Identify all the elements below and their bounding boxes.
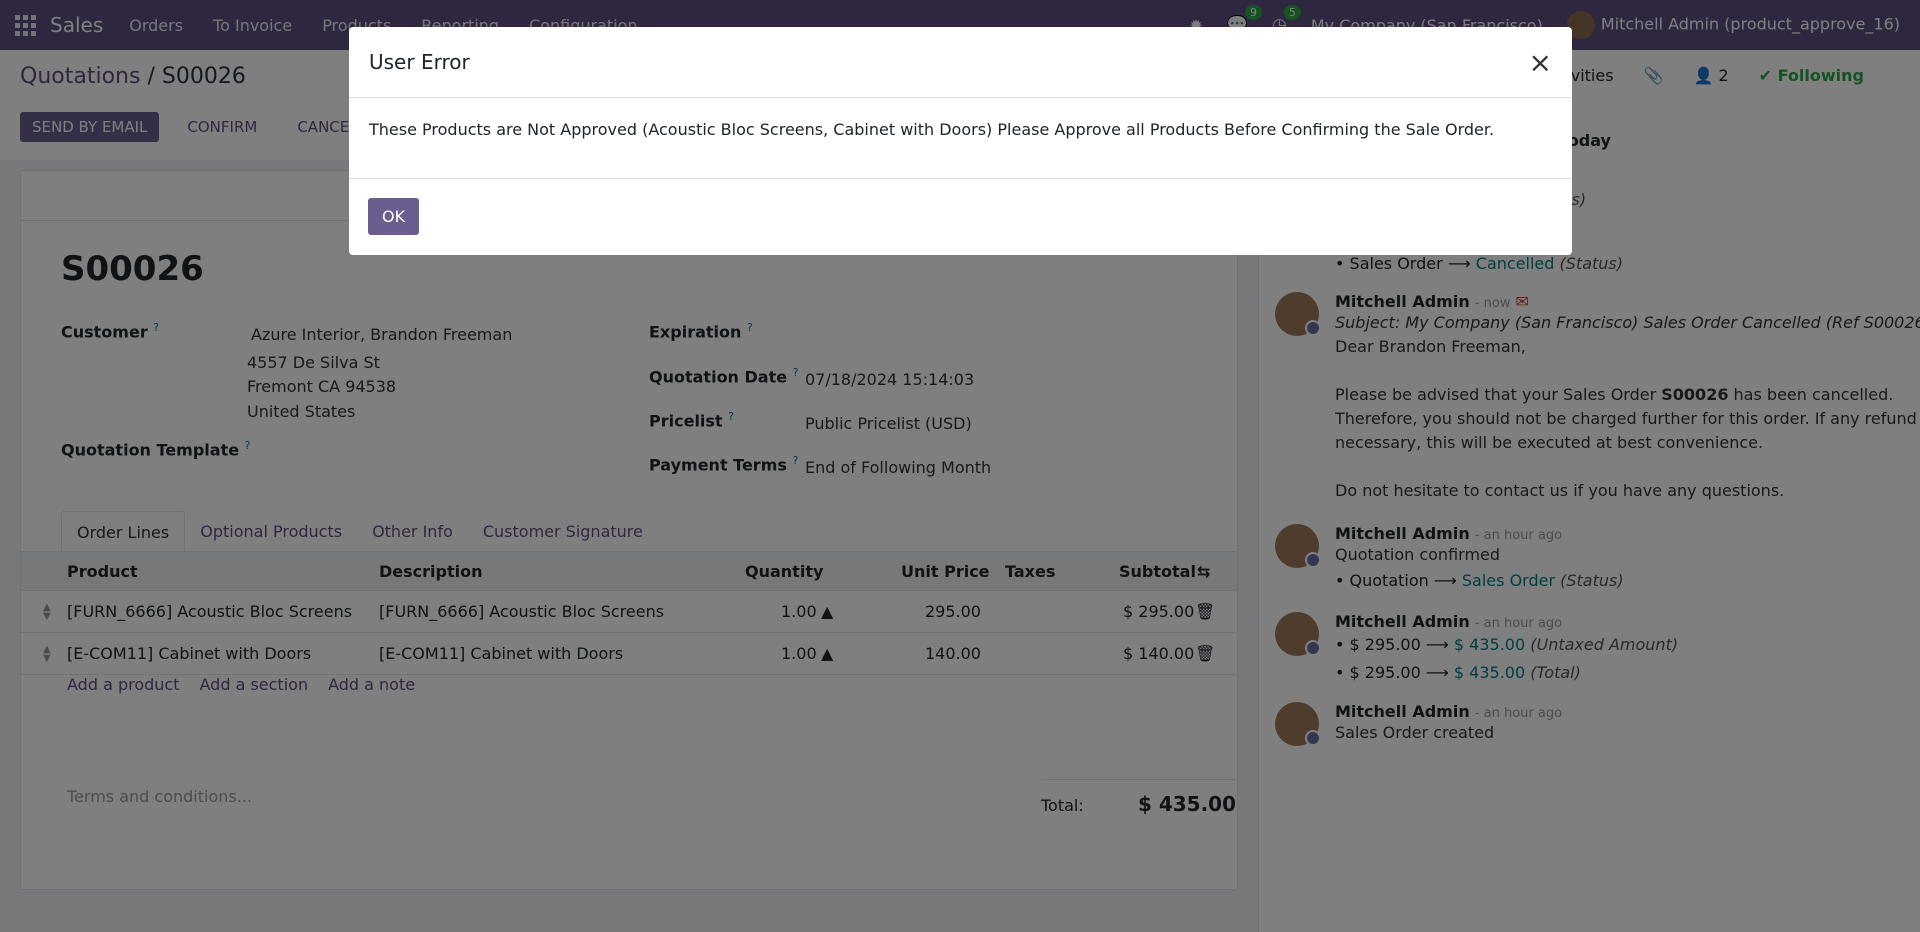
ok-button[interactable]: OK	[368, 198, 420, 235]
dialog-header: User Error ×	[349, 27, 1572, 98]
dialog-footer: OK	[349, 178, 1572, 254]
dialog-title: User Error	[369, 50, 470, 74]
dialog-body: These Products are Not Approved (Acousti…	[349, 98, 1572, 178]
dialog-message: These Products are Not Approved (Acousti…	[369, 120, 1495, 139]
close-icon[interactable]: ×	[1529, 46, 1552, 79]
user-error-dialog: User Error × These Products are Not Appr…	[349, 27, 1572, 255]
